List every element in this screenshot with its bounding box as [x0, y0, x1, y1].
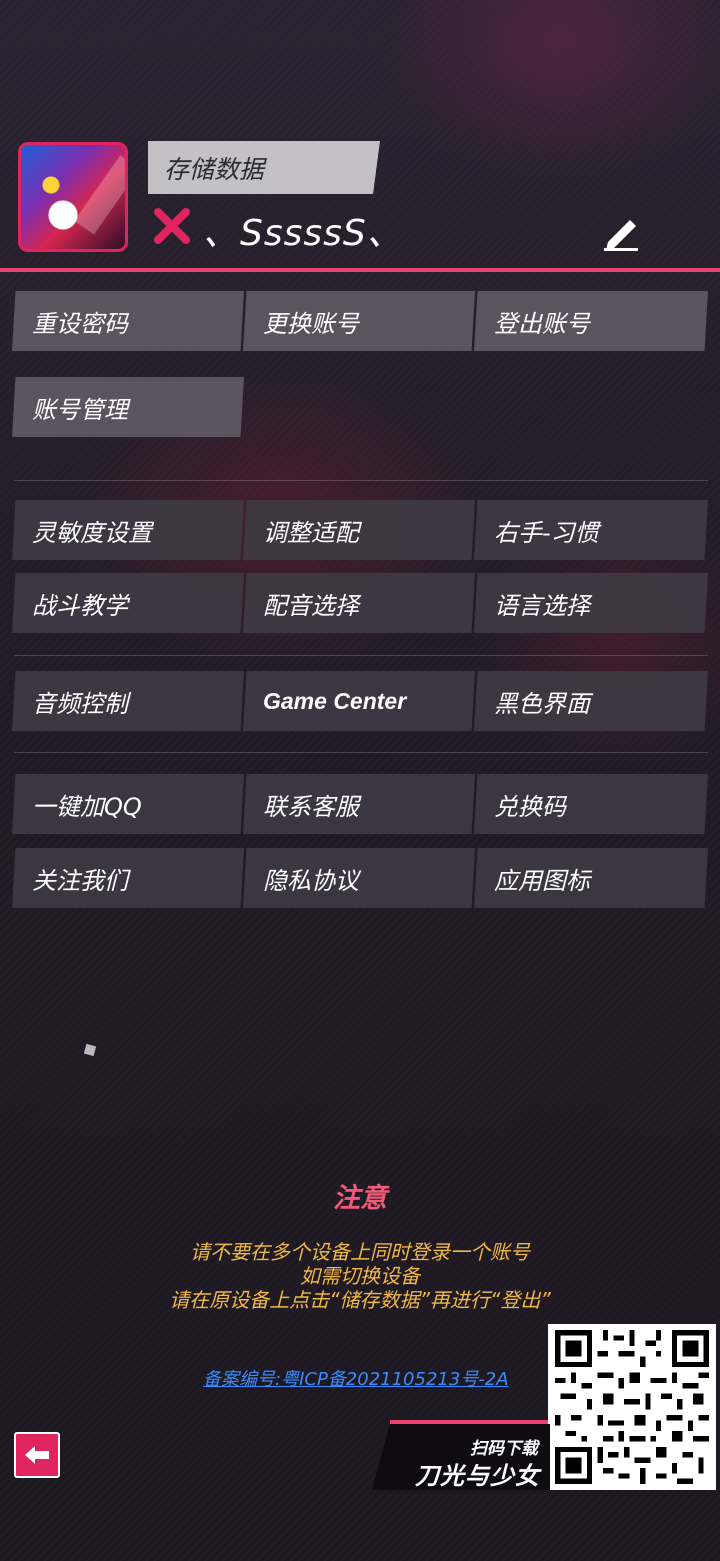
button-label: 兑换码 — [494, 792, 566, 821]
header-divider — [0, 268, 720, 272]
account-manage-button[interactable]: 账号管理 — [12, 377, 244, 437]
button-label: 一键加QQ — [32, 792, 142, 821]
brand-accent-bar — [390, 1420, 548, 1424]
game-name: 刀光与少女 — [415, 1462, 540, 1490]
back-button[interactable] — [14, 1432, 60, 1478]
profile-header: 存储数据 、SssssS、 — [0, 0, 720, 272]
game-brand: 扫码下载 刀光与少女 — [372, 1424, 550, 1490]
right-hand-button[interactable]: 右手-习惯 — [474, 500, 708, 560]
button-label: 联系客服 — [263, 792, 359, 821]
button-label: 配音选择 — [263, 591, 359, 620]
button-label: 右手-习惯 — [494, 518, 599, 547]
username: 、SssssS、 — [203, 213, 404, 254]
button-label: 重设密码 — [32, 309, 128, 338]
button-label: 黑色界面 — [494, 689, 590, 718]
qr-code — [548, 1324, 716, 1490]
audio-control-button[interactable]: 音频控制 — [12, 671, 244, 731]
button-label: 调整适配 — [263, 518, 359, 547]
button-label: 隐私协议 — [263, 866, 359, 895]
voice-select-button[interactable]: 配音选择 — [243, 573, 475, 633]
pencil-icon[interactable] — [600, 212, 644, 252]
tutorial-button[interactable]: 战斗教学 — [12, 573, 244, 633]
customer-service-button[interactable]: 联系客服 — [243, 774, 475, 834]
button-label: 登出账号 — [494, 309, 590, 338]
app-icon-button[interactable]: 应用图标 — [474, 848, 708, 908]
game-center-button[interactable]: Game Center — [243, 671, 475, 731]
follow-us-button[interactable]: 关注我们 — [12, 848, 244, 908]
save-data-button[interactable]: 存储数据 — [148, 141, 380, 194]
section-divider — [14, 480, 708, 481]
qr-code-image — [555, 1330, 709, 1484]
sensitivity-button[interactable]: 灵敏度设置 — [12, 500, 244, 560]
button-label: 更换账号 — [263, 309, 359, 338]
button-label: 关注我们 — [32, 866, 128, 895]
button-label: 灵敏度设置 — [32, 518, 152, 547]
section-divider — [14, 752, 708, 753]
avatar[interactable] — [18, 142, 128, 252]
button-label: 战斗教学 — [32, 591, 128, 620]
section-divider — [14, 655, 708, 656]
privacy-button[interactable]: 隐私协议 — [243, 848, 475, 908]
join-qq-button[interactable]: 一键加QQ — [12, 774, 244, 834]
arrow-left-icon — [25, 1446, 49, 1464]
reset-password-button[interactable]: 重设密码 — [12, 291, 244, 351]
switch-account-button[interactable]: 更换账号 — [243, 291, 475, 351]
button-label: 应用图标 — [494, 866, 590, 895]
notice-line: 请在原设备上点击“储存数据”再进行“登出” — [169, 1288, 551, 1312]
notice-title: 注意 — [333, 1183, 387, 1214]
button-label: 账号管理 — [32, 395, 128, 424]
save-data-label: 存储数据 — [164, 154, 265, 184]
redeem-code-button[interactable]: 兑换码 — [474, 774, 708, 834]
logout-button[interactable]: 登出账号 — [474, 291, 708, 351]
button-label: 语言选择 — [494, 591, 590, 620]
button-label: Game Center — [263, 687, 407, 714]
dark-mode-button[interactable]: 黑色界面 — [474, 671, 708, 731]
button-label: 音频控制 — [32, 689, 128, 718]
close-icon[interactable] — [152, 206, 192, 246]
language-select-button[interactable]: 语言选择 — [474, 573, 708, 633]
adapt-button[interactable]: 调整适配 — [243, 500, 475, 560]
icp-link[interactable]: 备案编号:粤ICP备2021105213号-2A — [203, 1365, 509, 1391]
